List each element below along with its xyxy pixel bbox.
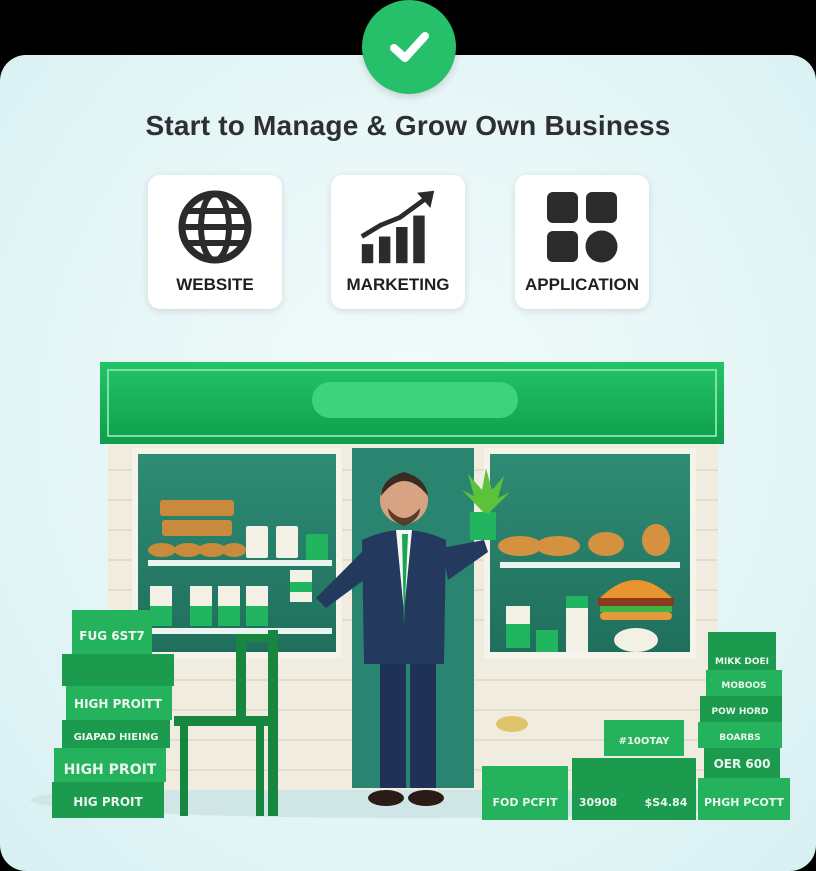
store-awning (100, 362, 724, 444)
box-label-left-3: GIAPAD HIEING (74, 732, 159, 743)
success-badge (362, 0, 456, 94)
box-label-left-4: HIGH PROIT (64, 762, 157, 778)
website-label: WEBSITE (176, 275, 254, 294)
globe-icon (175, 187, 255, 267)
box-label-right-4: BOARBS (719, 733, 761, 743)
box-label-right-7: FOD PCFIT (492, 796, 558, 809)
application-tile[interactable]: APPLICATION (515, 175, 649, 309)
checkmark-icon (390, 32, 429, 62)
website-tile[interactable]: WEBSITE (148, 175, 282, 309)
application-label: APPLICATION (525, 275, 639, 294)
app-grid-icon (542, 187, 622, 267)
box-label-right-5: OER 600 (714, 757, 771, 771)
right-display-window (484, 448, 696, 658)
box-label-right-6: PHGH PCOTT (704, 796, 785, 809)
marketing-tile[interactable]: MARKETING (331, 175, 465, 309)
marketing-label: MARKETING (346, 275, 450, 294)
left-display-window (132, 448, 342, 658)
box-label-right-1: MIKK DOEI (715, 657, 769, 667)
box-label-left-5: HIG PROIT (73, 795, 143, 809)
box-label-right-9: $S4.84 (645, 796, 688, 809)
box-label-right-8: 30908 (579, 796, 617, 809)
box-label-left-1: FUG 6ST7 (79, 629, 145, 643)
box-label-right-10: #10OTAY (619, 736, 671, 747)
page-title: Start to Manage & Grow Own Business (145, 110, 671, 141)
box-label-right-3: POW HORD (712, 707, 769, 717)
growth-chart-icon (358, 187, 438, 267)
box-label-left-2: HIGH PROITT (74, 697, 163, 711)
box-label-right-2: MOBOOS (721, 681, 766, 691)
